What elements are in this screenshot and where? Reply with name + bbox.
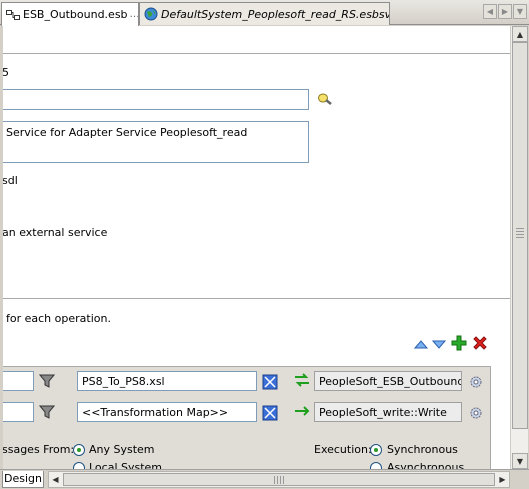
flashlight-browse-icon[interactable]: [317, 92, 333, 108]
horizontal-scrollbar[interactable]: ◀ ▶: [48, 471, 510, 488]
tab-overflow-ellipsis: …: [129, 9, 139, 20]
tab-label: ESB_Outbound.esb: [23, 8, 128, 21]
transformation-input[interactable]: PS8_To_PS8.xsl: [77, 371, 257, 391]
filter-funnel-icon[interactable]: [39, 373, 55, 389]
tab-scroll-right-button[interactable]: ▶: [498, 4, 512, 19]
delete-icon[interactable]: [472, 335, 488, 351]
description-textarea[interactable]: Service for Adapter Service Peoplesoft_r…: [3, 121, 309, 163]
scroll-grip: [274, 476, 286, 484]
tab-design[interactable]: Design: [2, 471, 44, 488]
tab-label: DefaultSystem_Peoplesoft_read_RS.esbsvc: [161, 7, 390, 21]
vertical-scroll-thumb[interactable]: [512, 42, 528, 429]
synchronous-radio[interactable]: [370, 444, 382, 456]
scroll-grip: [516, 228, 524, 240]
tab-peoplesoft-read-service[interactable]: DefaultSystem_Peoplesoft_read_RS.esbsvc: [139, 2, 390, 25]
tab-scroll-left-button[interactable]: ◀: [483, 4, 497, 19]
execution-label: Execution:: [314, 443, 372, 456]
horizontal-scroll-thumb[interactable]: [63, 473, 495, 486]
editor-bottom-bar: Design ◀ ▶: [0, 469, 529, 489]
target-service-input[interactable]: PeopleSoft_ESB_Outbound::I: [314, 371, 462, 391]
service-editor-panel: 5 Service for Adapter Service Peoplesoft…: [3, 26, 510, 469]
section-divider: [3, 298, 510, 299]
name-label-fragment: 5: [3, 66, 9, 79]
bidirectional-arrow-icon: [295, 373, 309, 387]
any-system-radio[interactable]: [73, 444, 85, 456]
tab-list-button[interactable]: ▼: [513, 4, 527, 19]
move-up-icon[interactable]: [413, 336, 429, 352]
section-divider: [3, 53, 510, 54]
scroll-up-button[interactable]: ▲: [512, 26, 528, 42]
globe-service-icon: [144, 7, 158, 21]
filter-input[interactable]: [3, 371, 34, 391]
vertical-scrollbar[interactable]: ▲ ▼: [510, 26, 528, 469]
scroll-left-button[interactable]: ◀: [49, 473, 62, 486]
filter-funnel-icon[interactable]: [39, 404, 55, 420]
target-service-input[interactable]: PeopleSoft_write::Write: [314, 402, 462, 422]
any-system-label: Any System: [89, 443, 155, 456]
tab-esb-outbound[interactable]: ESB_Outbound.esb …: [1, 2, 139, 26]
operations-hint-text: for each operation.: [6, 312, 111, 325]
local-system-radio[interactable]: [73, 462, 85, 469]
messages-from-label: ssages From:: [3, 443, 75, 456]
transformation-mapper-icon[interactable]: [262, 374, 278, 390]
asynchronous-radio[interactable]: [370, 462, 382, 469]
add-icon[interactable]: [451, 335, 467, 351]
scroll-right-button[interactable]: ▶: [496, 473, 509, 486]
wsdl-label-fragment: sdl: [3, 174, 18, 187]
scroll-down-button[interactable]: ▼: [512, 453, 528, 469]
synchronous-label: Synchronous: [387, 443, 458, 456]
routing-rules-panel: PS8_To_PS8.xsl PeopleSoft_ESB_Outbound::…: [3, 366, 491, 469]
name-input[interactable]: [3, 89, 309, 110]
one-way-arrow-icon: [295, 406, 310, 416]
invoke-external-service-label: an external service: [3, 226, 108, 239]
transformation-mapper-icon[interactable]: [262, 405, 278, 421]
filter-input[interactable]: [3, 402, 34, 422]
esb-diagram-icon: [6, 9, 20, 20]
description-text: Service for Adapter Service Peoplesoft_r…: [6, 126, 248, 139]
asynchronous-label: Asynchronous: [387, 461, 465, 469]
tab-navigation: ◀ ▶ ▼: [483, 4, 527, 19]
gear-icon[interactable]: [468, 374, 484, 390]
local-system-label: Local System: [89, 461, 163, 469]
move-down-icon[interactable]: [431, 336, 447, 352]
transformation-input[interactable]: <<Transformation Map>>: [77, 402, 257, 422]
gear-icon[interactable]: [468, 405, 484, 421]
editor-tab-bar: ESB_Outbound.esb … DefaultSystem_Peoples…: [0, 0, 529, 26]
